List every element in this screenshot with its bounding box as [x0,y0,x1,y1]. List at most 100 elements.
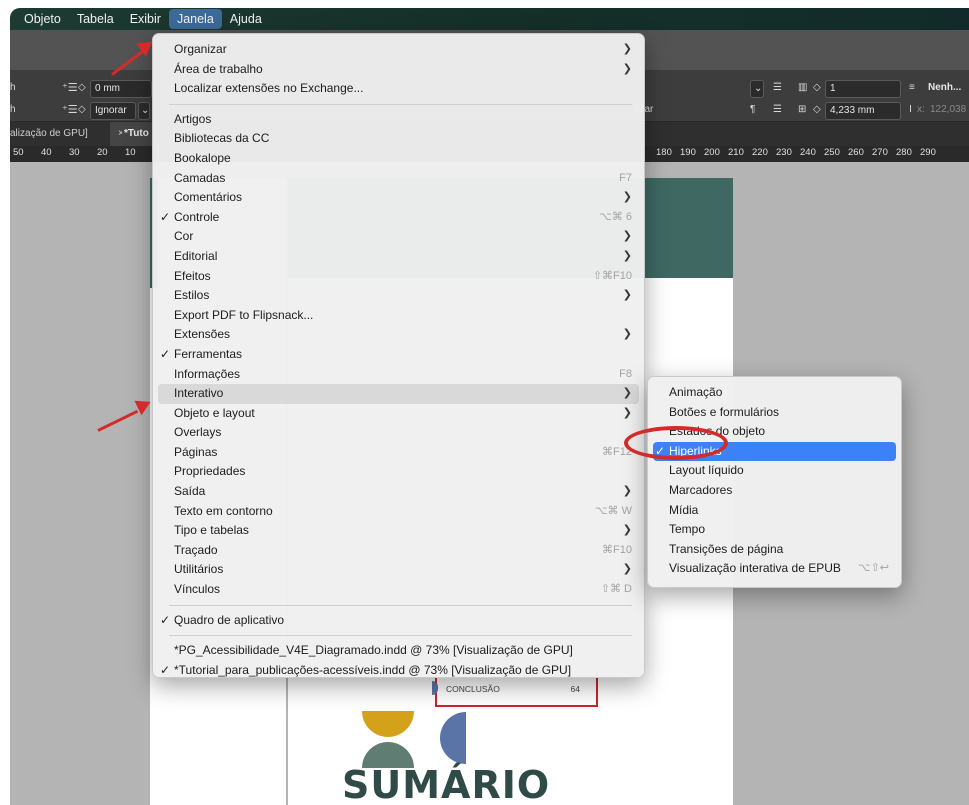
submenu-item-transicoes-de-pagina[interactable]: Transições de página [648,540,901,560]
shortcut-label: ⌥⌘ 6 [599,210,632,223]
menu-item-tipo-e-tabelas[interactable]: Tipo e tabelas ❯ [153,521,644,541]
menu-item-bookalope[interactable]: Bookalope [153,149,644,169]
chevron-right-icon: ❯ [622,289,632,302]
menu-item-editorial[interactable]: Editorial ❯ [153,247,644,267]
checkmark-icon: ✓ [160,346,171,361]
ruler-tick-label: 180 [656,147,672,158]
menu-item-camadas[interactable]: Camadas F7 [153,169,644,189]
stepper-icon[interactable]: ◇ [813,79,821,97]
menu-item-interativo[interactable]: Interativo ❯ [158,384,639,404]
submenu-item-midia[interactable]: Mídia [648,501,901,521]
chevron-right-icon: ❯ [622,328,632,341]
chevron-down-icon[interactable]: ⌄ [138,102,150,120]
menu-item-paginas[interactable]: Páginas ⌘F12 [153,443,644,463]
columns-field[interactable]: 1 [825,80,901,98]
menu-item-utilitarios[interactable]: Utilitários ❯ [153,560,644,580]
menu-item-localizar-extensoes[interactable]: Localizar extensões no Exchange... [153,79,644,99]
ruler-tick-label: 290 [920,147,936,158]
menu-item-texto-em-contorno[interactable]: Texto em contorno ⌥⌘ W [153,502,644,522]
annotation-ellipse [624,426,728,460]
chevron-right-icon: ❯ [622,524,632,537]
menu-item-estilos[interactable]: Estilos ❯ [153,286,644,306]
checkmark-icon: ✓ [160,612,171,627]
submenu-item-marcadores[interactable]: Marcadores [648,481,901,501]
interativo-submenu: Animação Botões e formulários Estados do… [647,376,902,588]
align-icon[interactable]: ☰ [773,101,782,119]
menu-item-overlays[interactable]: Overlays [153,423,644,443]
stepper-icon[interactable]: ◇ [78,79,86,97]
submenu-item-visualizacao-epub[interactable]: Visualização interativa de EPUB ⌥⇧↩ [648,559,901,579]
chevron-right-icon: ❯ [622,249,632,262]
menu-janela[interactable]: Janela [168,9,222,29]
ruler-tick-label: 30 [69,147,80,158]
menu-item-artigos[interactable]: Artigos [153,110,644,130]
span-columns-icon: ≡ [909,82,915,93]
menu-item-document-1[interactable]: *PG_Acessibilidade_V4E_Diagramado.indd @… [153,641,644,661]
submenu-item-botoes-e-formularios[interactable]: Botões e formulários [648,403,901,423]
ruler-tick-label: 280 [896,147,912,158]
ignore-select[interactable]: Ignorar [90,102,136,120]
menu-item-tracado[interactable]: Traçado ⌘F10 [153,541,644,561]
menu-exibir[interactable]: Exibir [122,8,169,30]
ruler-tick-label: 40 [41,147,52,158]
menu-item-document-2[interactable]: ✓ *Tutorial_para_publicações-acessíveis.i… [153,661,644,681]
menu-item-extensoes[interactable]: Extensões ❯ [153,325,644,345]
offset-field[interactable]: 0 mm [90,80,152,98]
control-fragment: h [10,82,16,93]
submenu-item-tempo[interactable]: Tempo [648,520,901,540]
chevron-right-icon: ❯ [622,191,632,204]
menu-item-bibliotecas-cc[interactable]: Bibliotecas da CC [153,129,644,149]
ruler-tick-label: 260 [848,147,864,158]
text-cursor-icon: Ⅰ [909,104,912,115]
menu-item-saida[interactable]: Saída ❯ [153,482,644,502]
menu-item-export-pdf-flipsnack[interactable]: Export PDF to Flipsnack... [153,306,644,326]
menu-ajuda[interactable]: Ajuda [222,8,270,30]
stepper-icon[interactable]: ◇ [813,101,821,119]
menu-item-vinculos[interactable]: Vínculos ⇧⌘ D [153,580,644,600]
chevron-right-icon: ❯ [622,563,632,576]
chevron-right-icon: ❯ [622,387,632,400]
ruler-tick-label: 210 [728,147,744,158]
x-value: 122,038 [930,104,967,115]
menu-objeto[interactable]: Objeto [16,8,69,30]
submenu-item-animacao[interactable]: Animação [648,383,901,403]
pilcrow-icon[interactable]: ¶ [750,101,755,119]
ruler-tick-label: 10 [125,147,136,158]
ruler-tick-label: 190 [680,147,696,158]
columns-icon: ▥ [798,82,808,93]
shortcut-label: F7 [619,171,632,184]
menu-item-efeitos[interactable]: Efeitos ⇧⌘F10 [153,267,644,287]
x-label: x: [917,104,925,115]
menu-separator [169,103,632,105]
menu-item-organizar[interactable]: Organizar ❯ [153,40,644,60]
menu-item-informacoes[interactable]: Informações F8 [153,365,644,385]
menu-item-controle[interactable]: ✓ Controle ⌥⌘ 6 [153,208,644,228]
ruler-tick-label: 230 [776,147,792,158]
menu-item-comentarios[interactable]: Comentários ❯ [153,188,644,208]
menu-item-ferramentas[interactable]: ✓ Ferramentas [153,345,644,365]
chevron-down-icon[interactable]: ⌄ [750,80,764,98]
menu-tabela[interactable]: Tabela [69,8,122,30]
gutter-icon: ⊞ [798,104,807,115]
menu-item-area-de-trabalho[interactable]: Área de trabalho ❯ [153,60,644,80]
justify-icon[interactable]: ☰ [773,79,782,97]
menu-item-cor[interactable]: Cor ❯ [153,227,644,247]
chevron-right-icon: ❯ [622,43,632,55]
menu-item-quadro-de-aplicativo[interactable]: ✓ Quadro de aplicativo [153,611,644,631]
space-before-icon: ⁺☰ [62,82,78,94]
shortcut-label: ⌥⌘ W [594,504,632,517]
span-select[interactable]: Nenh... [924,80,969,98]
stepper-icon[interactable]: ◇ [78,101,86,119]
ruler-tick-label: 50 [13,147,24,158]
chevron-right-icon: ❯ [622,62,632,75]
align-grid-icon: ⁺☰ [62,104,78,116]
shortcut-label: ⌘F10 [602,543,632,556]
shortcut-label: ⇧⌘F10 [592,269,632,282]
menu-item-propriedades[interactable]: Propriedades [153,462,644,482]
gutter-field[interactable]: 4,233 mm [825,102,901,120]
toc-item-label: CONCLUSÃO [446,684,500,694]
menu-item-objeto-e-layout[interactable]: Objeto e layout ❯ [153,404,644,424]
tab-document-1[interactable]: alização de GPU] [10,122,96,146]
shortcut-label: F8 [619,367,632,380]
submenu-item-layout-liquido[interactable]: Layout líquido [648,461,901,481]
